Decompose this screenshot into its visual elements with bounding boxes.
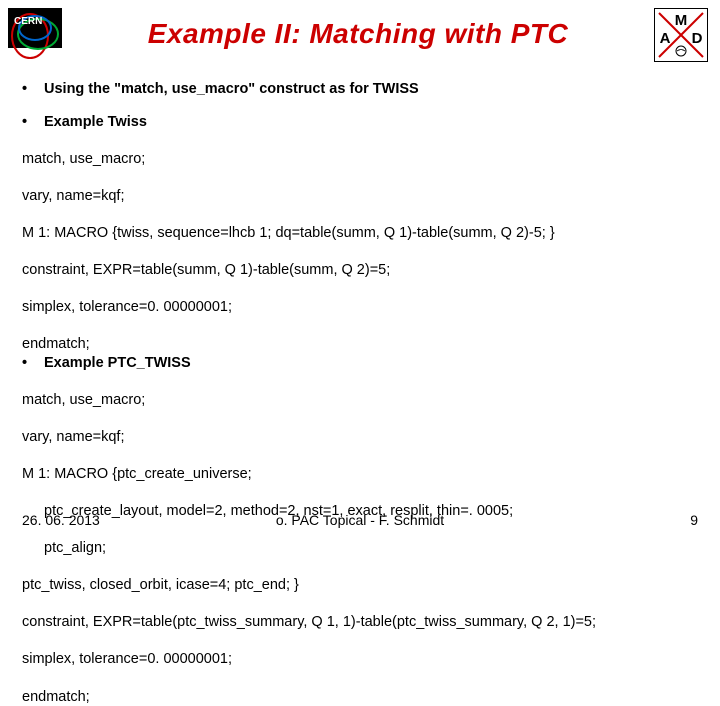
ptc-heading: •Example PTC_TWISS <box>22 354 698 373</box>
code-line: constraint, EXPR=table(summ, Q 1)-table(… <box>22 261 698 280</box>
code-line: vary, name=kqf; <box>22 428 698 447</box>
code-line: M 1: MACRO {ptc_create_universe; <box>22 465 698 484</box>
footer: 26. 06. 2013 o. PAC Topical - F. Schmidt… <box>0 512 720 528</box>
mad-logo: M A D <box>654 8 708 62</box>
svg-text:CERN: CERN <box>14 16 42 27</box>
intro-text: Using the "match, use_macro" construct a… <box>44 81 419 97</box>
code-line: M 1: MACRO {twiss, sequence=lhcb 1; dq=t… <box>22 224 698 243</box>
code-line: simplex, tolerance=0. 00000001; <box>22 298 698 317</box>
mad-a-icon: A <box>660 30 671 47</box>
content: •Using the "match, use_macro" construct … <box>0 62 720 706</box>
ptc-code-block: match, use_macro; vary, name=kqf; M 1: M… <box>22 372 698 706</box>
header: CERN Example II: Matching with PTC M A D <box>0 0 720 62</box>
twiss-code-block: match, use_macro; vary, name=kqf; M 1: M… <box>22 131 698 354</box>
code-line: endmatch; <box>22 688 698 706</box>
mad-m-icon: M <box>675 12 688 29</box>
footer-center: o. PAC Topical - F. Schmidt <box>276 512 444 528</box>
code-line: constraint, EXPR=table(ptc_twiss_summary… <box>22 613 698 632</box>
mad-d-icon: D <box>692 30 703 47</box>
twiss-head-text: Example Twiss <box>44 114 147 130</box>
twiss-heading: •Example Twiss <box>22 113 698 132</box>
footer-date: 26. 06. 2013 <box>22 512 100 528</box>
code-line: simplex, tolerance=0. 00000001; <box>22 650 698 669</box>
slide-title: Example II: Matching with PTC <box>62 8 654 50</box>
code-line: match, use_macro; <box>22 391 698 410</box>
ptc-head-text: Example PTC_TWISS <box>44 355 191 371</box>
intro-bullet: •Using the "match, use_macro" construct … <box>22 80 698 99</box>
code-line: vary, name=kqf; <box>22 187 698 206</box>
code-line: match, use_macro; <box>22 150 698 169</box>
footer-page: 9 <box>690 512 698 528</box>
code-line: ptc_align; <box>22 539 698 558</box>
code-line: endmatch; <box>22 335 698 354</box>
code-line: ptc_twiss, closed_orbit, icase=4; ptc_en… <box>22 576 698 595</box>
cern-logo: CERN <box>8 8 62 62</box>
